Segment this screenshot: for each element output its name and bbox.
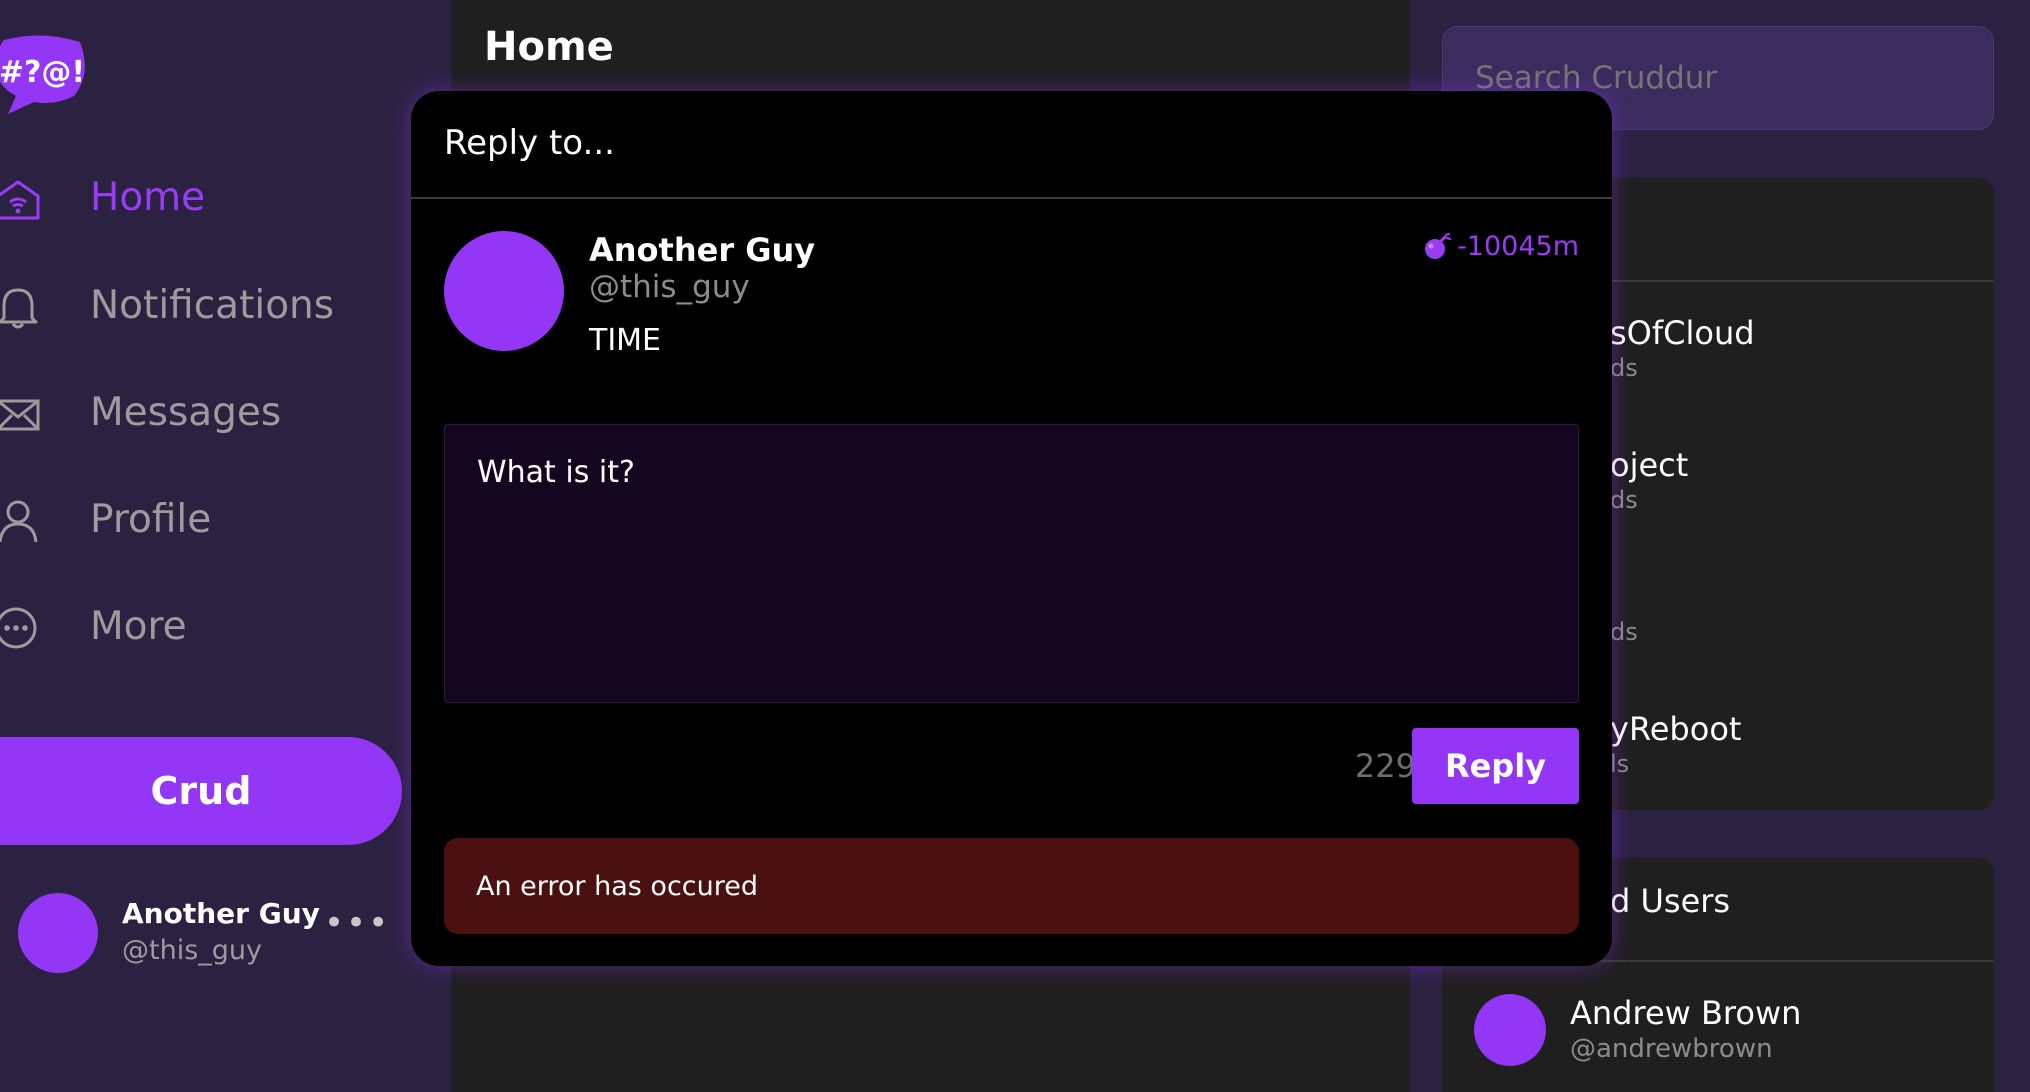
error-text: An error has occured <box>476 870 758 902</box>
nav-profile-label: Profile <box>90 496 212 542</box>
post-author-name: Another Guy <box>589 231 816 269</box>
trend-count: ls <box>1610 750 1630 778</box>
user-icon <box>0 500 38 543</box>
user-menu-icon[interactable]: ••• <box>324 903 390 943</box>
suggested-user-handle: @andrewbrown <box>1570 1034 1773 1064</box>
char-count: 229 <box>1354 747 1416 785</box>
reply-button[interactable]: Reply <box>1412 728 1579 804</box>
current-user-handle: @this_guy <box>122 935 262 966</box>
avatar <box>1474 994 1546 1066</box>
trend-count: ds <box>1610 486 1638 514</box>
suggested-users-title: d Users <box>1610 882 1731 920</box>
modal-header: Reply to... <box>411 91 1612 199</box>
nav-notifications-label: Notifications <box>90 282 335 328</box>
current-user-card[interactable]: Another Guy @this_guy ••• <box>18 893 438 973</box>
post-expiry: -10045m <box>1423 231 1579 262</box>
logo-text: #?@! <box>0 55 85 90</box>
reply-modal: Reply to... Another Guy @this_guy TIME -… <box>411 91 1612 966</box>
current-user-name: Another Guy <box>122 897 320 930</box>
trend-name: sOfCloud <box>1610 314 1755 352</box>
home-icon <box>0 180 40 220</box>
sidebar: #?@! Home Notifications Messages Profile <box>0 0 451 1092</box>
error-message: An error has occured <box>444 838 1579 934</box>
post-message: TIME <box>589 323 662 358</box>
page-title: Home <box>484 24 614 70</box>
suggested-user-name: Andrew Brown <box>1570 994 1802 1032</box>
modal-title: Reply to... <box>444 123 615 163</box>
cruddur-logo[interactable]: #?@! <box>0 34 90 116</box>
post-expiry-text: -10045m <box>1457 231 1579 262</box>
more-icon <box>0 607 37 649</box>
crud-button[interactable]: Crud <box>0 737 402 845</box>
nav-messages-label: Messages <box>90 389 282 435</box>
nav-more-label: More <box>90 603 187 649</box>
bell-icon <box>0 288 38 329</box>
avatar <box>18 893 98 973</box>
trend-name: oject <box>1610 446 1689 484</box>
trend-count: ds <box>1610 354 1638 382</box>
post-author-handle: @this_guy <box>589 269 750 305</box>
bomb-icon <box>1425 232 1452 259</box>
trend-count: ds <box>1610 618 1638 646</box>
reply-textarea[interactable]: What is it? <box>444 424 1579 703</box>
trend-name: yReboot <box>1610 710 1742 748</box>
avatar <box>444 231 564 351</box>
envelope-icon <box>0 399 40 431</box>
nav-home-label: Home <box>90 174 206 220</box>
